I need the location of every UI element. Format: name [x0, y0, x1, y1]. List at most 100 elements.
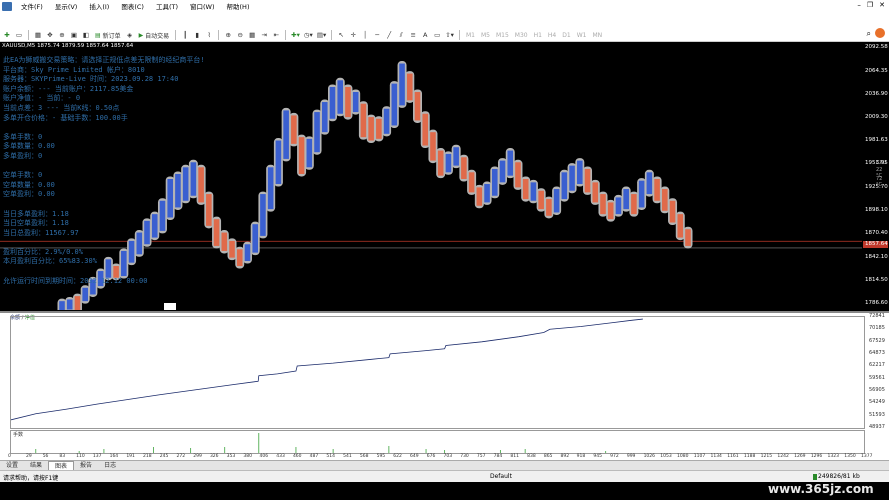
menu-file[interactable]: 文件(F): [15, 1, 49, 11]
timeframe-h4[interactable]: H4: [546, 32, 558, 39]
bearish-candle: [654, 179, 660, 201]
bearish-candle: [414, 91, 421, 121]
candlestick-icon[interactable]: ▮: [192, 30, 202, 40]
bullish-candle: [399, 63, 405, 106]
balance-tick-label: 51593: [869, 411, 885, 418]
bearish-candle: [406, 73, 413, 101]
zoom-in-icon[interactable]: ⊕: [223, 30, 233, 40]
bullish-candle: [638, 180, 645, 208]
bullish-candle: [484, 184, 490, 203]
current-price-tag: 1857.64: [863, 240, 888, 248]
label-tool-icon[interactable]: ▭: [432, 30, 442, 40]
bar-chart-icon[interactable]: ┃: [180, 30, 190, 40]
bearish-candle: [430, 132, 436, 161]
bullish-candle: [82, 287, 88, 302]
trade-tick-label: 568: [359, 454, 369, 459]
channel-icon[interactable]: ⫽: [396, 30, 406, 40]
fibonacci-icon[interactable]: ≡: [408, 30, 418, 40]
trade-tick-label: 999: [626, 454, 636, 459]
profiles-icon[interactable]: ▭: [14, 30, 24, 40]
timeframe-d1[interactable]: D1: [560, 32, 572, 39]
menu-insert[interactable]: 插入(I): [83, 1, 115, 11]
search-icon[interactable]: ⌕: [867, 29, 871, 39]
trade-tick-label: 918: [576, 454, 586, 459]
trade-tick-label: 460: [292, 454, 302, 459]
price-chart[interactable]: XAUUSD,M5 1875.74 1879.59 1857.64 1857.6…: [0, 42, 862, 310]
bearish-candle: [669, 200, 676, 223]
tile-windows-icon[interactable]: ▦: [247, 30, 257, 40]
indicators-icon[interactable]: ✚▾: [290, 30, 301, 40]
terminal-icon[interactable]: ▣: [69, 30, 79, 40]
close-icon[interactable]: ✕: [879, 1, 885, 9]
status-bar: 请求帮助，请按F1键 Default 249826/81 kb: [0, 470, 889, 482]
window-controls: – ❐ ✕: [857, 1, 885, 9]
bearish-candle: [592, 182, 599, 203]
data-window-icon[interactable]: ⊕: [57, 30, 67, 40]
menu-chart[interactable]: 图表(C): [115, 1, 150, 11]
templates-icon[interactable]: ▤▾: [316, 30, 327, 40]
minimize-icon[interactable]: –: [857, 1, 861, 9]
toolbar-separator: [218, 30, 220, 40]
tab-1[interactable]: 结果: [24, 461, 48, 470]
balance-graph[interactable]: [10, 316, 865, 429]
vertical-line-icon[interactable]: │: [360, 30, 370, 40]
timeframe-h1[interactable]: H1: [532, 32, 544, 39]
timeframe-m1[interactable]: M1: [464, 32, 477, 39]
market-watch-icon[interactable]: ▦: [33, 30, 43, 40]
menu-window[interactable]: 窗口(W): [184, 1, 221, 11]
timeframe-w1[interactable]: W1: [575, 32, 589, 39]
menu-tools[interactable]: 工具(T): [150, 1, 184, 11]
bearish-candle: [74, 296, 81, 310]
horizontal-line-icon[interactable]: ─: [372, 30, 382, 40]
periodicity-icon[interactable]: ◷▾: [303, 30, 314, 40]
tester-icon[interactable]: ◧: [81, 30, 91, 40]
autotrade-button[interactable]: ▶ 自动交易: [137, 30, 172, 40]
timeframe-m30[interactable]: M30: [513, 32, 530, 39]
new-order-label: 新订单: [102, 32, 121, 40]
new-order-button[interactable]: ▤ 新订单: [93, 30, 123, 40]
bullish-candle: [553, 189, 560, 213]
bearish-candle: [360, 103, 367, 138]
balance-tick-label: 56905: [869, 387, 885, 393]
tab-2[interactable]: 图表: [48, 461, 75, 470]
trade-tick-label: 406: [259, 454, 269, 459]
trade-tick-label: 245: [159, 454, 169, 459]
balance-plot: [10, 318, 643, 421]
price-tick-label: 1786.60: [865, 300, 888, 306]
volume-graph[interactable]: 手数: [10, 430, 865, 454]
scroll-marker[interactable]: [164, 303, 176, 310]
navigator-icon[interactable]: ✥: [45, 30, 55, 40]
ea-info-line: 当前点差：3 --- 当前K线：0.50点: [3, 103, 120, 112]
ea-info-line: 服务器：SKYPrime-Live 时间：2023.09.28 17:40: [3, 75, 179, 84]
trade-tick-label: 1269: [794, 454, 806, 459]
trade-tick-label: 1134: [710, 454, 722, 459]
meta-editor-icon[interactable]: ◈: [125, 30, 135, 40]
tab-4[interactable]: 日志: [98, 461, 122, 470]
user-account-icon[interactable]: [875, 28, 885, 38]
autoscroll-icon[interactable]: ⇥: [259, 30, 269, 40]
menu-help[interactable]: 帮助(H): [221, 1, 256, 11]
trade-tick-label: 137: [92, 454, 102, 459]
trendline-icon[interactable]: ╱: [384, 30, 394, 40]
tab-3[interactable]: 报告: [74, 461, 98, 470]
new-chart-icon[interactable]: ✚: [2, 30, 12, 40]
timeframe-mn[interactable]: MN: [590, 32, 604, 39]
zoom-out-icon[interactable]: ⊖: [235, 30, 245, 40]
timeframe-m15[interactable]: M15: [494, 32, 511, 39]
bearish-candle: [584, 168, 591, 193]
trade-tick-label: 1296: [810, 454, 823, 459]
toolbar-separator: [331, 30, 333, 40]
cursor-icon[interactable]: ↖: [336, 30, 346, 40]
bearish-candle: [600, 194, 606, 215]
crosshair-icon[interactable]: ✛: [348, 30, 358, 40]
tab-0[interactable]: 设置: [0, 461, 24, 470]
bearish-candle: [461, 157, 467, 180]
restore-icon[interactable]: ❐: [867, 1, 873, 9]
text-tool-icon[interactable]: A: [420, 30, 430, 40]
line-chart-icon[interactable]: ⌇: [204, 30, 214, 40]
arrows-icon[interactable]: ⇧▾: [444, 30, 455, 40]
chart-shift-icon[interactable]: ⇤: [271, 30, 281, 40]
price-tick-label: 2092.58: [865, 44, 888, 50]
menu-view[interactable]: 显示(V): [49, 1, 84, 11]
timeframe-m5[interactable]: M5: [479, 32, 492, 39]
